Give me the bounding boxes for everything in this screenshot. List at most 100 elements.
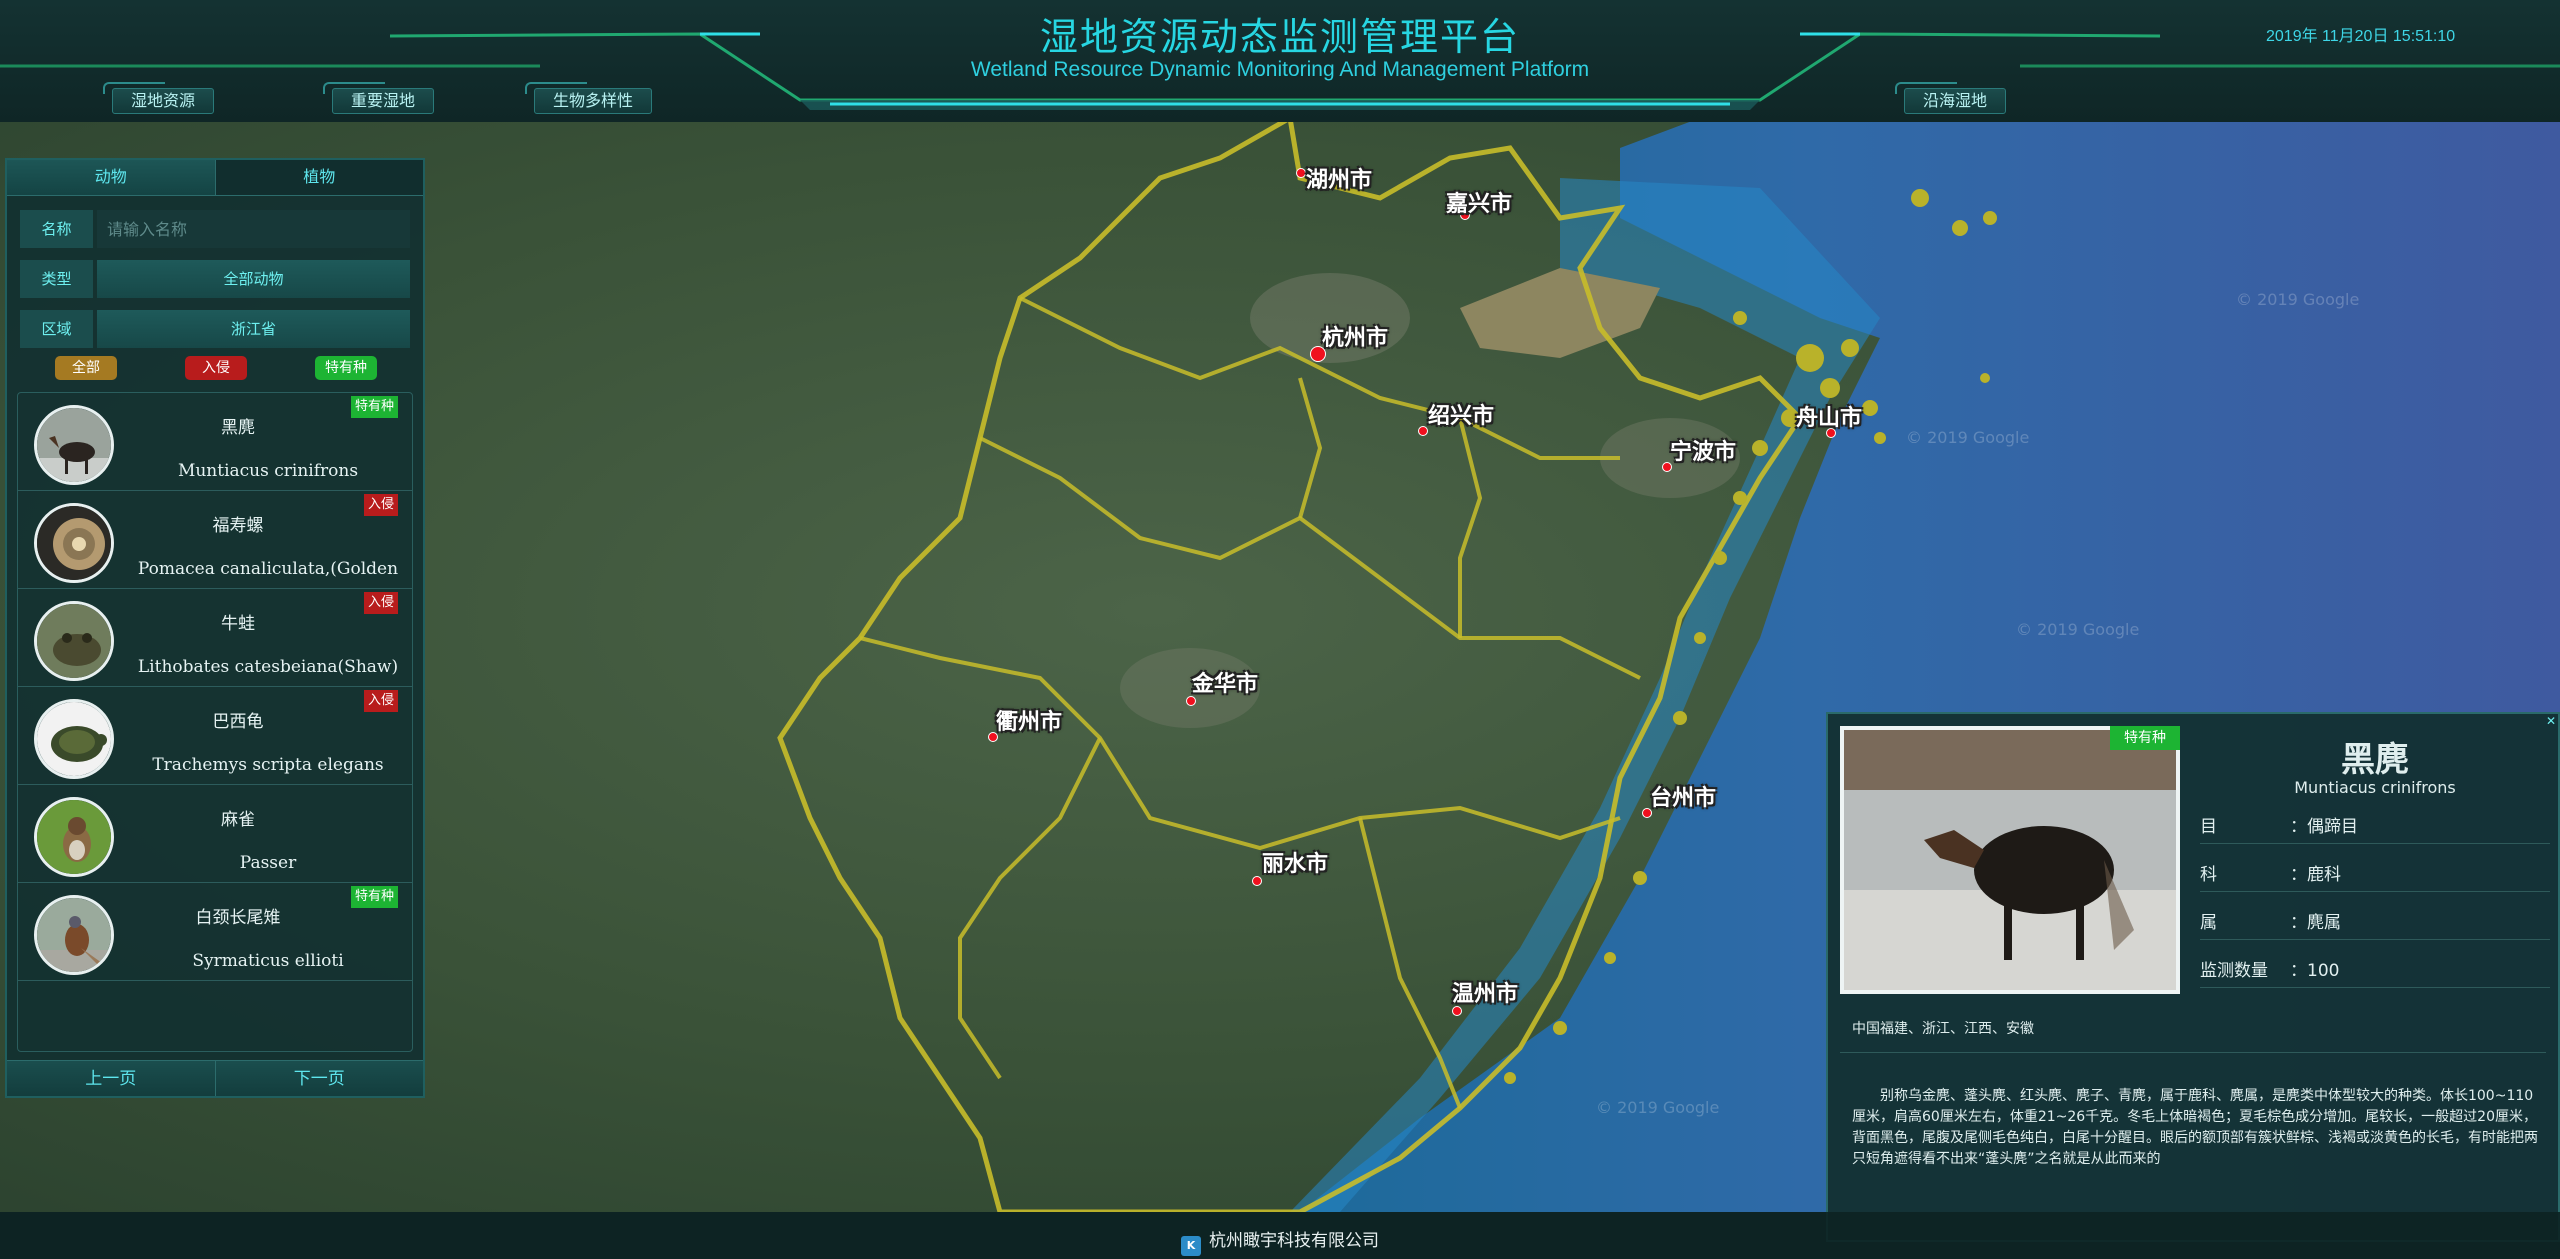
city-marker[interactable]: [1418, 426, 1428, 436]
species-name-latin: Muntiacus crinifrons: [177, 461, 359, 481]
species-avatar: [34, 405, 114, 485]
pagination: 上一页 下一页: [7, 1060, 423, 1096]
category-tabs: 动物 植物: [7, 160, 423, 196]
species-list: 黑麂 Muntiacus crinifrons 特有种 福寿螺 Pomacea …: [17, 392, 413, 1052]
list-item[interactable]: 牛蛙 Lithobates catesbeiana(Shaw) 入侵: [18, 589, 412, 687]
species-name-cn: 黑麂: [221, 418, 255, 438]
invasive-badge: 入侵: [363, 592, 398, 614]
city-label: 绍兴市: [1428, 404, 1495, 429]
species-detail-panel: ✕ 特有种 黑麂 Muntiacus crinifrons 目 ：偶蹄目 科 ：…: [1826, 712, 2560, 1242]
city-marker[interactable]: [1296, 168, 1306, 178]
list-item[interactable]: 麻雀 Passer: [18, 785, 412, 883]
name-search-input[interactable]: [97, 210, 410, 248]
app-root: © 2019 Google © 2019 Google © 2019 Googl…: [0, 0, 2560, 1259]
family-value: ：鹿科: [2290, 865, 2341, 885]
distribution-text: 中国福建、浙江、江西、安徽: [1852, 1021, 2034, 1037]
species-avatar: [34, 601, 114, 681]
order-label: 目: [2200, 817, 2217, 837]
species-name-cn: 麻雀: [221, 810, 255, 830]
app-header: 湿地资源动态监测管理平台 Wetland Resource Dynamic Mo…: [0, 0, 2560, 122]
app-footer: K 杭州瞰宇科技有限公司: [0, 1212, 2560, 1259]
detail-count-row: 监测数量 ：100: [2200, 948, 2550, 988]
detail-family-row: 科 ：鹿科: [2200, 852, 2550, 892]
family-label: 科: [2200, 865, 2217, 885]
city-label: 杭州市: [1322, 326, 1389, 351]
endemic-badge: 特有种: [2110, 726, 2180, 750]
nav-tab-wetland-resources[interactable]: 湿地资源: [102, 82, 215, 114]
species-avatar: [34, 699, 114, 779]
species-name-cn: 巴西龟: [212, 712, 264, 732]
filter-name-row: 名称: [20, 210, 410, 248]
invasive-badge: 入侵: [363, 494, 398, 516]
endemic-badge: 特有种: [350, 396, 398, 418]
filter-region-row: 区域 浙江省: [20, 310, 410, 348]
region-select[interactable]: 浙江省: [97, 310, 410, 348]
species-name-cn: 牛蛙: [221, 614, 255, 634]
species-name-latin: Passer: [239, 853, 297, 873]
nav-tab-coastal-wetlands[interactable]: 沿海湿地: [1894, 82, 2007, 114]
filter-region-label: 区域: [20, 310, 93, 348]
city-label: 丽水市: [1262, 852, 1329, 877]
page-title: 湿地资源动态监测管理平台: [1039, 15, 1520, 59]
company-name: 杭州瞰宇科技有限公司: [1209, 1231, 1379, 1251]
species-name-latin: Trachemys scripta elegans: [152, 755, 384, 775]
city-label: 宁波市: [1670, 440, 1737, 465]
company-logo-icon: K: [1181, 1236, 1201, 1256]
tab-animals[interactable]: 动物: [7, 160, 215, 196]
species-name-latin: Pomacea canaliculata,(Golden: [137, 559, 399, 579]
species-avatar: [34, 797, 114, 877]
genus-label: 属: [2200, 913, 2217, 933]
species-description: 别称乌金麂、蓬头麂、红头麂、麂子、青麂，属于鹿科、麂属，是麂类中体型较大的种类。…: [1852, 1088, 2538, 1167]
city-marker[interactable]: [1252, 876, 1262, 886]
divider: [1840, 1052, 2546, 1053]
city-label: 嘉兴市: [1446, 192, 1513, 217]
filter-type-row: 类型 全部动物: [20, 260, 410, 298]
detail-name-cn: 黑麂: [2341, 740, 2409, 780]
list-item[interactable]: 黑麂 Muntiacus crinifrons 特有种: [18, 393, 412, 491]
filter-name-label: 名称: [20, 210, 93, 248]
city-label: 台州市: [1650, 786, 1717, 811]
detail-name-latin: Muntiacus crinifrons: [2294, 778, 2456, 797]
list-item[interactable]: 巴西龟 Trachemys scripta elegans 入侵: [18, 687, 412, 785]
tab-plants[interactable]: 植物: [214, 160, 423, 196]
species-avatar: [34, 503, 114, 583]
list-item[interactable]: 白颈长尾雉 Syrmaticus ellioti 特有种: [18, 883, 412, 981]
current-datetime: 2019年 11月20日 15:51:10: [2266, 28, 2456, 45]
species-name-cn: 福寿螺: [212, 516, 264, 536]
city-label: 衢州市: [996, 710, 1063, 735]
order-value: ：偶蹄目: [2290, 817, 2358, 837]
invasive-badge: 入侵: [363, 690, 398, 712]
page-subtitle: Wetland Resource Dynamic Monitoring And …: [970, 58, 1590, 81]
city-label: 舟山市: [1796, 406, 1863, 431]
type-select[interactable]: 全部动物: [97, 260, 410, 298]
close-icon[interactable]: ✕: [2546, 714, 2556, 728]
city-label: 湖州市: [1306, 168, 1373, 193]
map-watermark: © 2019 Google: [2016, 620, 2140, 639]
species-photo: [1840, 726, 2180, 994]
city-label: 金华市: [1192, 672, 1259, 697]
prev-page-button[interactable]: 上一页: [7, 1061, 215, 1096]
species-list-panel: 动物 植物 名称 类型 全部动物 区域 浙江省 全部 入侵 特有种 黑麂 Mun…: [5, 158, 425, 1098]
nav-tab-important-wetlands[interactable]: 重要湿地: [322, 82, 435, 114]
count-value: ：100: [2290, 961, 2340, 981]
filter-chip-endemic[interactable]: 特有种: [315, 356, 377, 380]
endemic-badge: 特有种: [350, 886, 398, 908]
map-watermark: © 2019 Google: [1596, 1098, 1720, 1117]
next-page-button[interactable]: 下一页: [214, 1061, 423, 1096]
genus-value: ：麂属: [2290, 913, 2341, 933]
city-label: 温州市: [1452, 982, 1519, 1007]
species-name-cn: 白颈长尾雉: [195, 908, 281, 928]
map-watermark: © 2019 Google: [1906, 428, 2030, 447]
species-name-latin: Syrmaticus ellioti: [192, 951, 344, 971]
detail-order-row: 目 ：偶蹄目: [2200, 804, 2550, 844]
species-avatar: [34, 895, 114, 975]
filter-chip-all[interactable]: 全部: [55, 356, 117, 380]
filter-chip-invasive[interactable]: 入侵: [185, 356, 247, 380]
detail-genus-row: 属 ：麂属: [2200, 900, 2550, 940]
nav-tab-biodiversity[interactable]: 生物多样性: [524, 82, 653, 114]
list-item[interactable]: 福寿螺 Pomacea canaliculata,(Golden 入侵: [18, 491, 412, 589]
count-label: 监测数量: [2200, 961, 2268, 981]
map-watermark: © 2019 Google: [2236, 290, 2360, 309]
species-name-latin: Lithobates catesbeiana(Shaw): [137, 657, 399, 677]
filter-type-label: 类型: [20, 260, 93, 298]
